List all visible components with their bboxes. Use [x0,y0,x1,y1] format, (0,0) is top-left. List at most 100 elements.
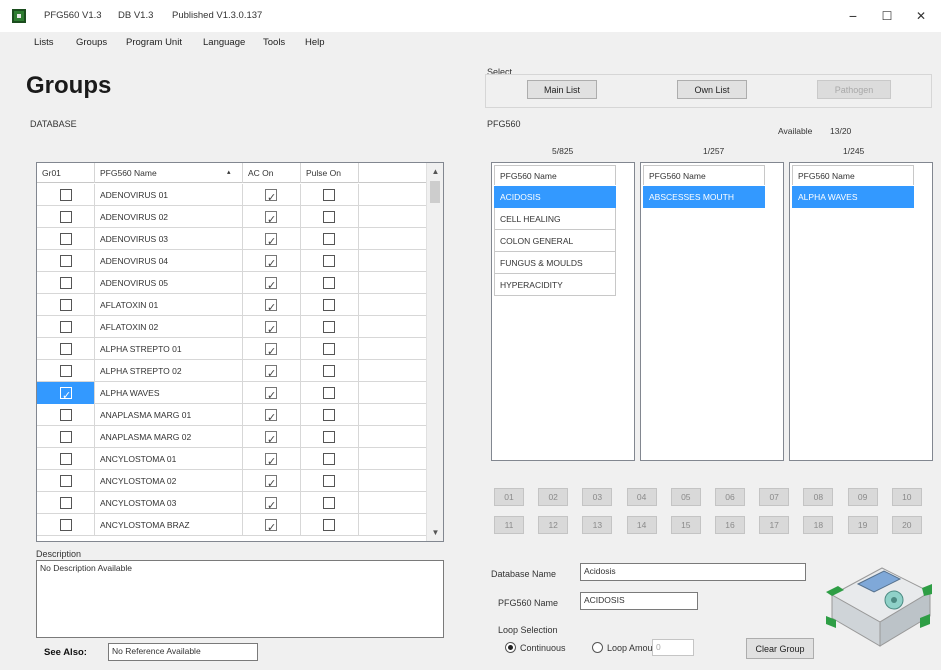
menu-language[interactable]: Language [203,37,245,48]
table-row[interactable]: ANAPLASMA MARG 02 [37,426,427,451]
gr01-checkbox[interactable] [60,475,72,487]
pulse-on-cell[interactable] [301,228,359,250]
gr01-cell[interactable] [37,448,95,470]
ac-on-checkbox[interactable] [265,297,277,319]
pulse-on-checkbox[interactable] [323,365,335,377]
menu-help[interactable]: Help [305,37,325,48]
pulse-on-cell[interactable] [301,514,359,536]
database-name-field[interactable]: Acidosis [580,563,806,581]
loop-amount-radio[interactable] [592,642,603,653]
group-button-06[interactable]: 06 [715,488,745,506]
list-item[interactable]: FUNGUS & MOULDS [494,252,616,274]
group-button-18[interactable]: 18 [803,516,834,534]
group-button-17[interactable]: 17 [759,516,790,534]
group-button-08[interactable]: 08 [803,488,834,506]
table-row[interactable]: ADENOVIRUS 04 [37,250,427,275]
ac-on-cell[interactable] [243,426,301,451]
pulse-on-checkbox[interactable] [323,321,335,333]
pulse-on-checkbox[interactable] [323,299,335,311]
pulse-on-checkbox[interactable] [323,343,335,355]
menu-lists[interactable]: Lists [34,37,54,48]
scroll-thumb[interactable] [430,181,440,203]
ac-on-cell[interactable] [243,470,301,495]
list-item[interactable]: HYPERACIDITY [494,274,616,296]
ac-on-checkbox[interactable] [265,517,277,539]
ac-on-cell[interactable] [243,206,301,231]
gr01-cell[interactable] [37,492,95,514]
pulse-on-cell[interactable] [301,470,359,492]
pulse-on-cell[interactable] [301,426,359,448]
pulse-on-checkbox[interactable] [323,233,335,245]
group-button-19[interactable]: 19 [847,516,878,534]
pulse-on-cell[interactable] [301,206,359,228]
gr01-checkbox[interactable] [60,211,72,223]
pulse-on-checkbox[interactable] [323,255,335,267]
database-grid[interactable]: Gr01 PFG560 Name ▴ AC On Pulse On ADENOV… [36,162,444,542]
ac-on-cell[interactable] [243,360,301,385]
gr01-checkbox[interactable] [60,497,72,509]
gr01-checkbox[interactable] [60,385,72,407]
ac-on-checkbox[interactable] [265,407,277,429]
list-item[interactable]: CELL HEALING [494,208,616,230]
gr01-cell[interactable] [37,470,95,492]
continuous-radio[interactable] [505,642,516,653]
col-ac-on[interactable]: AC On [243,163,301,183]
group-button-15[interactable]: 15 [670,516,701,534]
gr01-checkbox[interactable] [60,409,72,421]
ac-on-checkbox[interactable] [265,209,277,231]
ac-on-cell[interactable] [243,250,301,275]
gr01-cell[interactable] [37,404,95,426]
pfg-list-3[interactable]: PFG560 Name ALPHA WAVES [789,162,933,461]
table-row[interactable]: AFLATOXIN 02 [37,316,427,341]
gr01-checkbox[interactable] [60,453,72,465]
ac-on-checkbox[interactable] [265,341,277,363]
ac-on-cell[interactable] [243,294,301,319]
menu-program-unit[interactable]: Program Unit [126,37,182,48]
ac-on-checkbox[interactable] [265,275,277,297]
gr01-cell[interactable] [37,360,95,382]
pfg-list-1[interactable]: PFG560 Name ACIDOSIS CELL HEALING COLON GE… [491,162,635,461]
ac-on-cell[interactable] [243,492,301,517]
close-icon[interactable]: ✕ [906,6,936,26]
list-item[interactable]: ABSCESSES MOUTH [643,186,765,208]
menu-tools[interactable]: Tools [263,37,285,48]
clear-group-button[interactable]: Clear Group [746,638,814,659]
gr01-checkbox[interactable] [60,321,72,333]
pulse-on-checkbox[interactable] [323,189,335,201]
table-row[interactable]: ANCYLOSTOMA BRAZ [37,514,427,539]
minimize-icon[interactable]: − [838,6,868,26]
menu-groups[interactable]: Groups [76,37,107,48]
ac-on-cell[interactable] [243,184,301,209]
ac-on-cell[interactable] [243,514,301,539]
table-row[interactable]: ALPHA STREPTO 01 [37,338,427,363]
pfg560-name-field[interactable]: ACIDOSIS [580,592,698,610]
pulse-on-cell[interactable] [301,250,359,272]
pulse-on-checkbox[interactable] [323,277,335,289]
gr01-cell[interactable] [37,228,95,250]
pulse-on-cell[interactable] [301,404,359,426]
pulse-on-checkbox[interactable] [323,453,335,465]
gr01-cell[interactable] [37,184,95,206]
pulse-on-checkbox[interactable] [323,497,335,509]
pulse-on-cell[interactable] [301,294,359,316]
pulse-on-checkbox[interactable] [323,409,335,421]
ac-on-cell[interactable] [243,382,301,407]
pulse-on-cell[interactable] [301,272,359,294]
own-list-button[interactable]: Own List [677,80,747,99]
table-row[interactable]: ADENOVIRUS 05 [37,272,427,297]
pulse-on-checkbox[interactable] [323,387,335,399]
col-pfg560-name[interactable]: PFG560 Name [95,163,225,183]
group-button-12[interactable]: 12 [538,516,569,534]
maximize-icon[interactable]: ☐ [872,6,902,26]
table-row[interactable]: ADENOVIRUS 02 [37,206,427,231]
ac-on-cell[interactable] [243,338,301,363]
table-row[interactable]: ANCYLOSTOMA 01 [37,448,427,473]
list-item[interactable]: ACIDOSIS [494,186,616,208]
group-button-07[interactable]: 07 [759,488,790,506]
ac-on-cell[interactable] [243,228,301,253]
gr01-cell[interactable] [37,338,95,360]
ac-on-cell[interactable] [243,272,301,297]
ac-on-checkbox[interactable] [265,231,277,253]
pulse-on-checkbox[interactable] [323,475,335,487]
grid-scrollbar[interactable]: ▲ ▼ [426,163,443,541]
